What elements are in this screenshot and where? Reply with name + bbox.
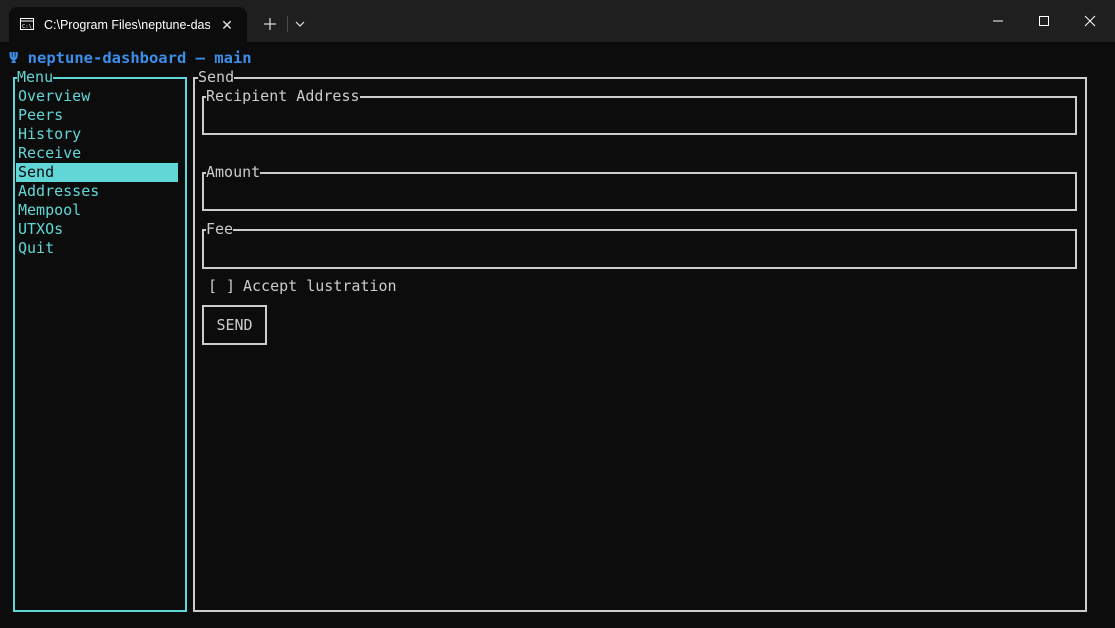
lustration-checkbox[interactable]: [ ] — [208, 277, 235, 296]
tab-title: C:\Program Files\neptune-dashboard\neptu… — [44, 18, 210, 32]
menu-item-quit[interactable]: Quit — [16, 239, 178, 258]
app-title: Ψ neptune-dashboard – main — [9, 49, 252, 67]
plus-icon[interactable] — [258, 12, 282, 36]
amount-field[interactable] — [202, 172, 1077, 211]
menu-item-overview[interactable]: Overview — [16, 87, 178, 106]
fee-field[interactable] — [202, 229, 1077, 269]
menu-item-receive[interactable]: Receive — [16, 144, 178, 163]
terminal-tab[interactable]: C:\ C:\Program Files\neptune-dashboard\n… — [9, 7, 247, 42]
menu-item-addresses[interactable]: Addresses — [16, 182, 178, 201]
send-button[interactable]: SEND — [202, 305, 267, 345]
menu-item-send[interactable]: Send — [16, 163, 178, 182]
close-icon[interactable] — [1067, 0, 1113, 40]
menu-title: Menu — [17, 68, 54, 87]
menu-item-peers[interactable]: Peers — [16, 106, 178, 125]
menu-item-mempool[interactable]: Mempool — [16, 201, 178, 220]
send-panel — [193, 77, 1087, 612]
title-bar: C:\ C:\Program Files\neptune-dashboard\n… — [0, 0, 1115, 42]
amount-label: Amount — [206, 163, 261, 182]
maximize-icon[interactable] — [1021, 0, 1067, 40]
lustration-checkbox-label[interactable]: Accept lustration — [243, 277, 397, 296]
tab-close-icon[interactable]: ✕ — [216, 15, 238, 35]
menu-item-history[interactable]: History — [16, 125, 178, 144]
chevron-down-icon[interactable] — [290, 14, 310, 34]
tab-separator — [287, 16, 288, 32]
recipient-address-label: Recipient Address — [206, 87, 360, 106]
minimize-icon[interactable] — [975, 0, 1021, 40]
send-panel-title: Send — [198, 68, 235, 87]
menu-item-utxos[interactable]: UTXOs — [16, 220, 178, 239]
terminal-icon: C:\ — [20, 18, 34, 30]
fee-label: Fee — [206, 220, 234, 239]
svg-text:C:\: C:\ — [22, 24, 32, 30]
